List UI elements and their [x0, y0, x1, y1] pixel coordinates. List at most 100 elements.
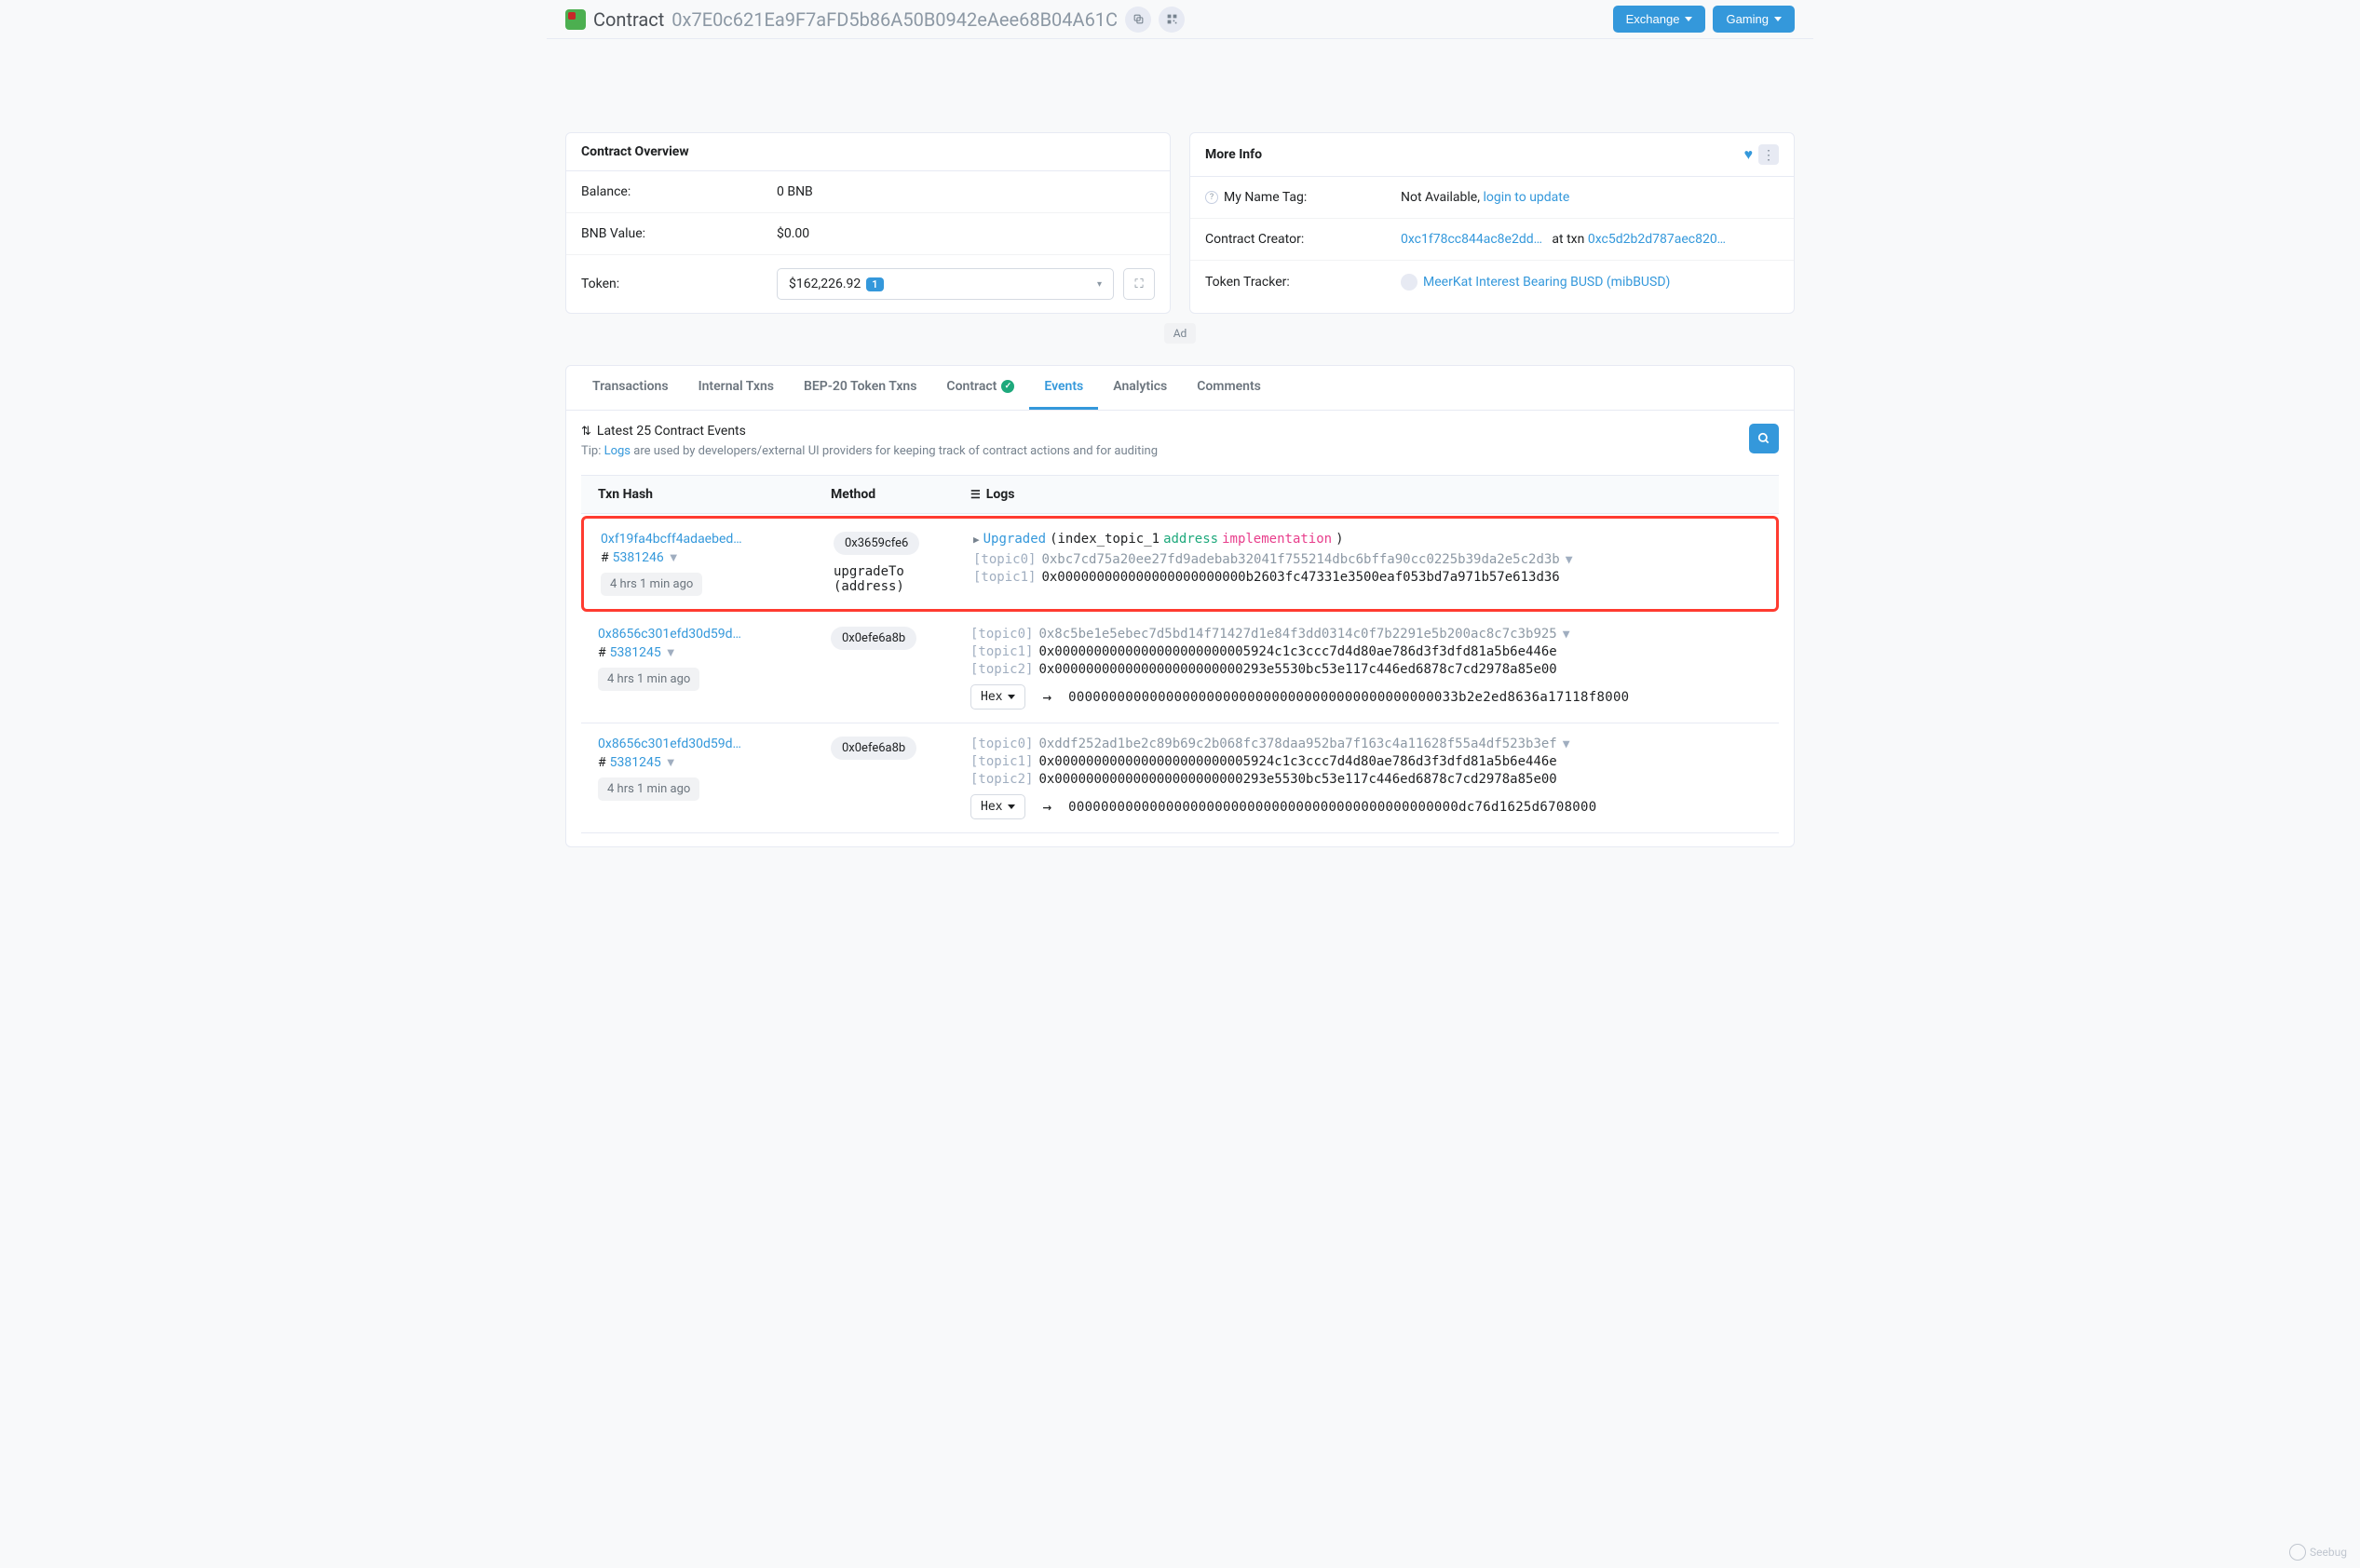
- gaming-button[interactable]: Gaming: [1713, 6, 1795, 33]
- bnb-value-label: BNB Value:: [581, 226, 777, 241]
- timestamp: 4 hrs 1 min ago: [598, 668, 699, 691]
- qr-icon[interactable]: [1159, 7, 1185, 33]
- topic-data: 0xbc7cd75a20ee27fd9adebab32041f755214dbc…: [1041, 552, 1559, 567]
- block-link[interactable]: 5381246: [613, 550, 664, 565]
- filter-icon[interactable]: ▼: [1566, 553, 1573, 567]
- creator-label: Contract Creator:: [1205, 232, 1401, 247]
- arrow-right-icon: →: [1042, 688, 1051, 706]
- block-number: # 5381245 ▼: [598, 755, 831, 770]
- topic-data: 0x000000000000000000000000293e5530bc53e1…: [1038, 772, 1556, 787]
- token-label: Token:: [581, 277, 777, 291]
- topic-line: [topic0] 0xbc7cd75a20ee27fd9adebab32041f…: [973, 552, 1759, 567]
- logs-icon: ☰: [970, 488, 981, 501]
- nametag-label: My Name Tag:: [1224, 190, 1307, 205]
- tab-transactions[interactable]: Transactions: [577, 366, 684, 410]
- col-hash: Txn Hash: [598, 487, 831, 502]
- topic-data: 0x0000000000000000000000005924c1c3ccc7d4…: [1038, 754, 1556, 769]
- events-tip: Tip: Logs are used by developers/externa…: [581, 444, 1749, 458]
- creator-address-link[interactable]: 0xc1f78cc844ac8e2dd…: [1401, 232, 1542, 247]
- filter-icon[interactable]: ▼: [1563, 628, 1570, 642]
- txn-hash-link[interactable]: 0x8656c301efd30d59d…: [598, 737, 831, 751]
- events-title: Latest 25 Contract Events: [597, 424, 746, 439]
- moreinfo-title: More Info: [1205, 147, 1262, 162]
- tab-internal-txns[interactable]: Internal Txns: [684, 366, 789, 410]
- topic-data: 0x000000000000000000000000293e5530bc53e1…: [1038, 662, 1556, 677]
- contract-overview-card: Contract Overview Balance: 0 BNB BNB Val…: [565, 132, 1171, 314]
- exchange-button[interactable]: Exchange: [1613, 6, 1706, 33]
- method-name: upgradeTo (address): [834, 564, 973, 594]
- topic-line: [topic1] 0x0000000000000000000000005924c…: [970, 754, 1762, 769]
- topic-label: [topic1]: [970, 644, 1033, 659]
- tab-events[interactable]: Events: [1029, 366, 1098, 410]
- topic-line: [topic2] 0x000000000000000000000000293e5…: [970, 662, 1762, 677]
- chevron-right-icon[interactable]: ▶: [973, 534, 980, 546]
- txn-hash-link[interactable]: 0xf19fa4bcff4adaebed…: [601, 532, 834, 547]
- balance-label: Balance:: [581, 184, 777, 199]
- topic-line: [topic0] 0x8c5be1e5ebec7d5bd14f71427d1e8…: [970, 627, 1762, 642]
- tab-comments[interactable]: Comments: [1182, 366, 1276, 410]
- contract-address: 0x7E0c621Ea9F7aFD5b86A50B0942eAee68B04A6…: [671, 8, 1118, 31]
- filter-icon[interactable]: ▼: [665, 755, 677, 770]
- token-tracker-link[interactable]: MeerKat Interest Bearing BUSD (mibBUSD): [1423, 275, 1670, 290]
- page-title: Contract: [593, 8, 664, 31]
- verified-icon: ✓: [1001, 380, 1014, 393]
- token-dropdown[interactable]: $162,226.92 1 ▾: [777, 268, 1114, 300]
- hex-data-row: Hex → 0000000000000000000000000000000000…: [970, 794, 1762, 819]
- logs-link[interactable]: Logs: [604, 444, 631, 458]
- topic-data: 0x8c5be1e5ebec7d5bd14f71427d1e84f3dd0314…: [1038, 627, 1556, 642]
- topic-label: [topic2]: [970, 662, 1033, 677]
- tracker-label: Token Tracker:: [1205, 275, 1401, 290]
- topic-line: [topic1] 0x0000000000000000000000005924c…: [970, 644, 1762, 659]
- hex-format-select[interactable]: Hex: [970, 794, 1025, 819]
- col-method: Method: [831, 487, 970, 502]
- balance-value: 0 BNB: [777, 184, 1155, 199]
- tab-contract[interactable]: Contract✓: [931, 366, 1029, 410]
- topic-label: [topic1]: [973, 570, 1036, 585]
- event-signature: ▶ Upgraded (index_topic_1 address implem…: [973, 532, 1759, 547]
- table-header: Txn Hash Method ☰Logs: [581, 475, 1779, 514]
- page-header: Contract 0x7E0c621Ea9F7aFD5b86A50B0942eA…: [547, 0, 1813, 39]
- hex-format-select[interactable]: Hex: [970, 684, 1025, 710]
- more-info-card: More Info ♥ ⋮ ? My Name Tag: Not Availabl…: [1189, 132, 1795, 314]
- login-link[interactable]: login to update: [1483, 190, 1569, 205]
- bnb-value: $0.00: [777, 226, 1155, 241]
- hex-data: 0000000000000000000000000000000000000000…: [1068, 690, 1629, 705]
- help-icon[interactable]: ?: [1205, 191, 1218, 204]
- event-row: 0x8656c301efd30d59d… # 5381245 ▼ 4 hrs 1…: [581, 723, 1779, 833]
- token-count-badge: 1: [866, 277, 883, 291]
- topic-line: [topic0] 0xddf252ad1be2c89b69c2b068fc378…: [970, 737, 1762, 751]
- filter-icon[interactable]: ▼: [1563, 737, 1570, 751]
- topic-label: [topic1]: [970, 754, 1033, 769]
- method-hex: 0x3659cfe6: [834, 532, 919, 555]
- expand-icon[interactable]: ⛶: [1123, 268, 1155, 300]
- topic-data: 0x000000000000000000000000b2603fc47331e3…: [1041, 570, 1559, 585]
- topic-line: [topic2] 0x000000000000000000000000293e5…: [970, 772, 1762, 787]
- topic-label: [topic2]: [970, 772, 1033, 787]
- hex-data: 0000000000000000000000000000000000000000…: [1068, 800, 1596, 815]
- tab-bep20[interactable]: BEP-20 Token Txns: [789, 366, 931, 410]
- filter-icon[interactable]: ▼: [668, 550, 680, 565]
- event-row: 0xf19fa4bcff4adaebed… # 5381246 ▼ 4 hrs …: [581, 516, 1779, 612]
- block-link[interactable]: 5381245: [610, 645, 661, 660]
- topic-label: [topic0]: [973, 552, 1036, 567]
- search-button[interactable]: [1749, 424, 1779, 453]
- topic-label: [topic0]: [970, 627, 1033, 642]
- topic-data: 0x0000000000000000000000005924c1c3ccc7d4…: [1038, 644, 1556, 659]
- tabs-bar: Transactions Internal Txns BEP-20 Token …: [566, 366, 1794, 411]
- nametag-value: Not Available,: [1401, 190, 1483, 205]
- filter-icon[interactable]: ▼: [665, 645, 677, 660]
- block-link[interactable]: 5381245: [610, 755, 661, 770]
- block-number: # 5381245 ▼: [598, 645, 831, 660]
- hex-data-row: Hex → 0000000000000000000000000000000000…: [970, 684, 1762, 710]
- tab-analytics[interactable]: Analytics: [1098, 366, 1182, 410]
- creator-txn-link[interactable]: 0xc5d2b2d787aec820…: [1588, 232, 1726, 247]
- more-options-icon[interactable]: ⋮: [1758, 144, 1779, 165]
- copy-icon[interactable]: [1125, 7, 1151, 33]
- sort-icon[interactable]: ⇅: [581, 425, 591, 439]
- arrow-right-icon: →: [1042, 798, 1051, 816]
- event-row: 0x8656c301efd30d59d… # 5381245 ▼ 4 hrs 1…: [581, 614, 1779, 723]
- txn-hash-link[interactable]: 0x8656c301efd30d59d…: [598, 627, 831, 642]
- topic-data: 0xddf252ad1be2c89b69c2b068fc378daa952ba7…: [1038, 737, 1556, 751]
- heart-icon[interactable]: ♥: [1744, 145, 1754, 164]
- topic-line: [topic1] 0x000000000000000000000000b2603…: [973, 570, 1759, 585]
